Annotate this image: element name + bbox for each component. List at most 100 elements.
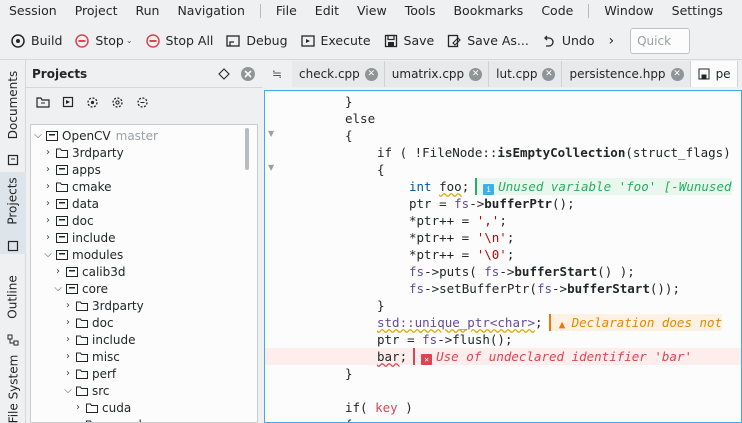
more-chevron-icon[interactable]: › — [601, 27, 623, 55]
chevron-down-icon[interactable]: ⌵ — [53, 283, 63, 294]
menu-tools[interactable]: Tools — [396, 0, 445, 22]
tree-item[interactable]: › calib3d — [53, 263, 126, 280]
stop-all-button[interactable]: Stop All — [139, 27, 220, 55]
install-settings-icon[interactable] — [136, 96, 149, 109]
menu-run[interactable]: Run — [126, 0, 168, 22]
close-tab-icon[interactable]: ✕ — [469, 67, 483, 81]
menu-session[interactable]: Session — [0, 0, 66, 22]
tree-item[interactable]: ⌵ modules — [43, 246, 123, 263]
chevron-right-icon[interactable]: › — [43, 215, 53, 226]
tree-item[interactable]: › data — [43, 195, 99, 212]
tab-active-document[interactable]: pe — [690, 61, 738, 87]
code-editor[interactable]: ▼ ▼ } else { if ( !FileNode::isEmptyColl… — [264, 90, 742, 423]
float-panel-icon[interactable] — [218, 67, 230, 80]
folder-icon — [56, 148, 68, 158]
chevron-down-icon[interactable]: ⌵ — [43, 249, 53, 260]
save-as-button[interactable]: Save As... — [440, 27, 535, 55]
menu-navigation[interactable]: Navigation — [168, 0, 253, 22]
close-tab-icon[interactable]: ✕ — [670, 67, 684, 81]
tree-item[interactable]: › include — [63, 331, 135, 348]
tree-item[interactable]: ⌵ OpenCV master — [33, 127, 158, 144]
tree-scrollbar[interactable] — [245, 128, 249, 170]
chevron-right-icon[interactable]: › — [73, 419, 83, 422]
close-panel-icon[interactable] — [240, 66, 256, 82]
menu-window[interactable]: Window — [595, 0, 662, 22]
diagnostic-note-error[interactable]: ✕ Use of undeclared identifier 'bar' — [413, 348, 692, 365]
close-tab-icon[interactable]: ✕ — [542, 67, 556, 81]
execute-icon — [300, 34, 315, 47]
tree-item[interactable]: › doc — [63, 314, 114, 331]
stop-dropdown-icon[interactable]: ⌄ — [126, 36, 133, 45]
menu-file[interactable]: File — [267, 0, 306, 22]
side-tab-outline[interactable]: Outline — [0, 268, 26, 348]
code-text: ; — [506, 230, 515, 245]
menu-project[interactable]: Project — [66, 0, 127, 22]
menu-code[interactable]: Code — [532, 0, 582, 22]
execute-button[interactable]: Execute — [294, 27, 377, 55]
tab-umatrix-cpp[interactable]: umatrix.cpp ✕ — [384, 61, 490, 87]
code-text: { — [377, 162, 385, 177]
side-tab-projects[interactable]: Projects — [0, 172, 26, 254]
chevron-right-icon[interactable]: › — [63, 351, 73, 362]
side-tab-documents[interactable]: Documents — [0, 68, 26, 168]
close-tab-icon[interactable]: ✕ — [364, 67, 378, 81]
open-project-icon[interactable] — [36, 96, 50, 108]
tree-item[interactable]: › include — [43, 229, 115, 246]
stop-button[interactable]: Stop ⌄ — [68, 27, 138, 55]
quick-open-input[interactable]: Quick — [630, 27, 691, 54]
chevron-right-icon[interactable]: › — [63, 317, 73, 328]
code-text: ->puts( — [424, 264, 485, 279]
diagnostic-note-warning[interactable]: ▲ Declaration does not — [548, 314, 723, 331]
tree-item[interactable]: ⌵ src — [63, 382, 109, 399]
chevron-right-icon[interactable]: › — [43, 232, 53, 243]
tree-item[interactable]: › cmake — [43, 178, 112, 195]
code-text: bar — [377, 349, 400, 364]
save-button[interactable]: Save — [377, 27, 441, 55]
debug-button[interactable]: Debug — [219, 27, 293, 55]
undo-button[interactable]: Undo — [535, 27, 601, 55]
chevron-right-icon[interactable]: › — [53, 266, 63, 277]
code-line: fs->puts( fs->bufferStart() ); — [265, 263, 741, 280]
chevron-right-icon[interactable]: › — [43, 198, 53, 209]
tree-item[interactable]: › 3rdparty — [43, 144, 124, 161]
tree-item[interactable]: ⌵ core — [53, 280, 108, 297]
build-settings-icon[interactable] — [111, 96, 124, 109]
menu-edit[interactable]: Edit — [306, 0, 348, 22]
chevron-right-icon[interactable]: › — [63, 300, 73, 311]
chevron-down-icon[interactable]: ⌵ — [33, 130, 43, 141]
build-button[interactable]: Build — [0, 27, 68, 55]
chevron-down-icon[interactable]: ⌵ — [63, 385, 73, 396]
target-icon[interactable] — [62, 96, 74, 108]
tree-item[interactable]: › cuda — [73, 399, 131, 416]
chevron-right-icon[interactable]: › — [63, 334, 73, 345]
code-line: int foo; i Unused variable 'foo' [-Wunused — [265, 178, 741, 195]
tab-persistence-hpp[interactable]: persistence.hpp ✕ — [562, 61, 691, 87]
tab-check-cpp[interactable]: check.cpp ✕ — [292, 61, 385, 87]
chevron-right-icon[interactable]: › — [43, 164, 53, 175]
document-list-icon[interactable]: ≒ — [262, 67, 292, 81]
menu-bookmarks[interactable]: Bookmarks — [444, 0, 532, 22]
tab-lut-cpp[interactable]: lut.cpp ✕ — [489, 61, 563, 87]
tree-item[interactable]: › opencl — [73, 416, 142, 423]
menu-settings[interactable]: Settings — [663, 0, 732, 22]
menu-view[interactable]: View — [348, 0, 396, 22]
tree-item[interactable]: › apps — [43, 161, 101, 178]
configure-icon[interactable] — [86, 96, 99, 109]
chevron-right-icon[interactable]: › — [43, 181, 53, 192]
chevron-right-icon[interactable]: › — [63, 368, 73, 379]
tree-item[interactable]: › perf — [63, 365, 116, 382]
code-line: else — [265, 110, 741, 127]
main-toolbar: Build Stop ⌄ Stop All Debug Execute Save… — [0, 22, 742, 60]
code-line-error: bar; ✕ Use of undeclared identifier 'bar' — [265, 348, 741, 365]
side-tab-file-system[interactable]: File System — [0, 355, 26, 423]
code-text: { — [345, 417, 353, 422]
code-text: (); — [552, 196, 575, 211]
project-tree[interactable]: ⌵ OpenCV master › 3rdparty › apps › cmak… — [30, 124, 258, 423]
chevron-right-icon[interactable]: › — [73, 402, 83, 413]
tree-item[interactable]: › 3rdparty — [63, 297, 144, 314]
tree-item[interactable]: › doc — [43, 212, 94, 229]
diagnostic-note-info[interactable]: i Unused variable 'foo' [-Wunused — [475, 178, 732, 195]
chevron-right-icon[interactable]: › — [43, 147, 53, 158]
tree-item[interactable]: › misc — [63, 348, 120, 365]
tree-item-label: opencl — [102, 418, 142, 423]
